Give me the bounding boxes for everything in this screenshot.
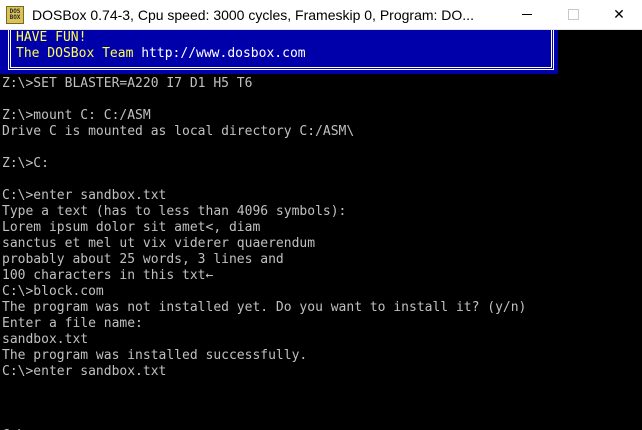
terminal-line: C:\>enter sandbox.txt: [2, 364, 167, 379]
terminal-line: Drive C is mounted as local directory C:…: [2, 124, 355, 139]
terminal-line: The program was installed successfully.: [2, 348, 308, 363]
terminal-line: probably about 25 words, 3 lines and: [2, 252, 284, 267]
terminal-line: Lorem ipsum dolor sit amet<, diam: [2, 220, 261, 235]
terminal-line: 100 characters in this txt←: [2, 268, 214, 283]
window-title: DOSBox 0.74-3, Cpu speed: 3000 cycles, F…: [32, 6, 474, 23]
terminal-line: sanctus et mel ut vix viderer quaerendum: [2, 236, 316, 251]
terminal-line: Z:\>C:: [2, 156, 49, 171]
terminal-line: Type a text (has to less than 4096 symbo…: [2, 204, 347, 219]
banner-team-text: The DOSBox Team: [16, 46, 142, 61]
terminal-line: C:\>enter sandbox.txt: [2, 188, 167, 203]
dos-console[interactable]: HAVE FUN! The DOSBox Team http://www.dos…: [0, 30, 642, 430]
dosbox-app-icon[interactable]: DOS BOX: [6, 5, 24, 24]
app-icon-label: DOS BOX: [9, 7, 21, 21]
terminal-line: Z:\>SET BLASTER=A220 I7 D1 H5 T6: [2, 76, 253, 91]
terminal-line: Enter a file name:: [2, 316, 143, 331]
close-icon: ✕: [613, 6, 625, 23]
terminal-line: sandbox.txt: [2, 332, 89, 347]
minimize-button[interactable]: [504, 0, 550, 30]
terminal-line: Z:\>mount C: C:/ASM: [2, 108, 151, 123]
welcome-banner: HAVE FUN! The DOSBox Team http://www.dos…: [0, 30, 558, 74]
terminal-line: The program was not installed yet. Do yo…: [2, 300, 527, 315]
maximize-icon: [567, 9, 579, 20]
minimize-icon: [522, 14, 532, 15]
banner-url: http://www.dosbox.com: [141, 46, 306, 61]
banner-have-fun: HAVE FUN!: [16, 30, 87, 45]
maximize-button[interactable]: [550, 0, 596, 30]
title-bar[interactable]: DOS BOX DOSBox 0.74-3, Cpu speed: 3000 c…: [0, 0, 642, 30]
banner-team-line: The DOSBox Team http://www.dosbox.com: [16, 46, 306, 62]
terminal-line: C:\>block.com: [2, 284, 104, 299]
terminal-output: Z:\>SET BLASTER=A220 I7 D1 H5 T6 Z:\>moun…: [2, 76, 526, 430]
close-button[interactable]: ✕: [596, 0, 642, 30]
